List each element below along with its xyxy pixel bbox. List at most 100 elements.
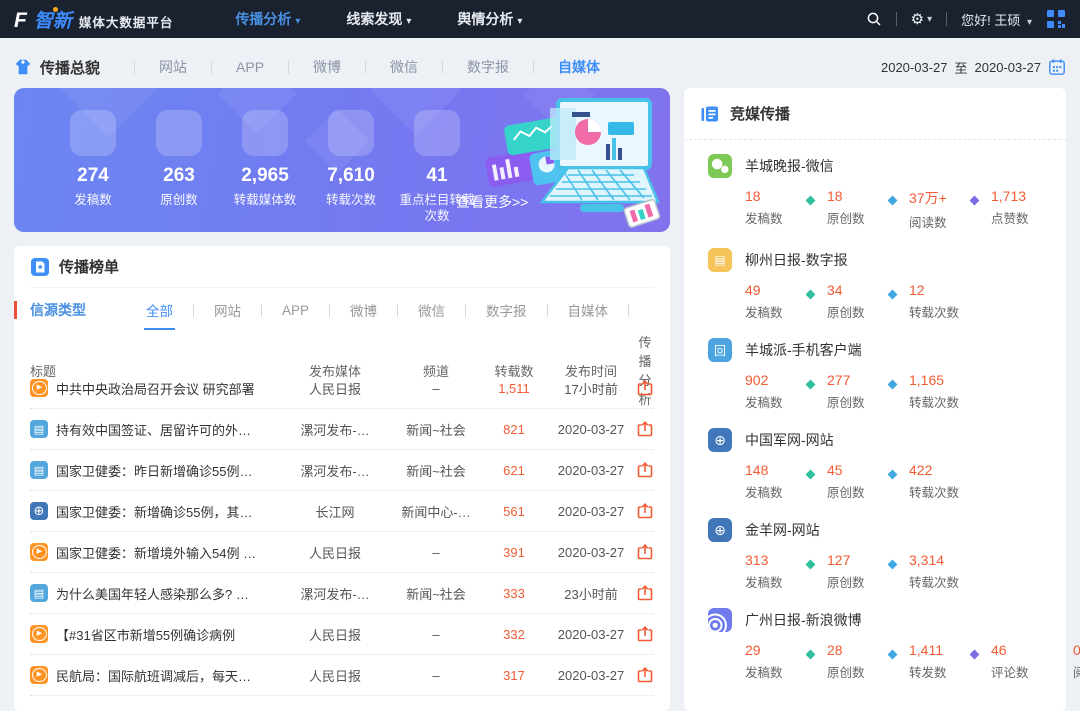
date-range-picker[interactable]: 2020-03-27 至 2020-03-27: [881, 58, 1066, 77]
repost-count: 332: [482, 627, 546, 642]
source-type-icon: [30, 502, 48, 520]
article-title-link[interactable]: 为什么美国年轻人感染那么多? …: [56, 584, 249, 603]
media-link[interactable]: 羊城晚报-微信: [708, 154, 1066, 178]
media-link[interactable]: 柳州日报-数字报: [708, 248, 1066, 272]
spread-analysis-icon[interactable]: [636, 666, 654, 684]
publish-media: 漯河发布-…: [280, 461, 390, 480]
article-title-link[interactable]: 中共中央政治局召开会议 研究部署: [56, 379, 255, 398]
article-title-link[interactable]: 国家卫健委：昨日新增确诊55例…: [56, 461, 252, 480]
spread-analysis-icon[interactable]: [636, 543, 654, 561]
compete-icon: [700, 104, 720, 124]
spread-analysis-icon[interactable]: [636, 379, 654, 397]
stat-label: 发稿数: [745, 208, 797, 227]
article-title-link[interactable]: 【#31省区市新增55例确诊病例: [56, 625, 235, 644]
publish-time: 23小时前: [546, 584, 636, 603]
publish-media: 长江网: [280, 502, 390, 521]
date-to-label: 至: [954, 58, 967, 77]
compete-entry: 羊城晚报-微信 18 发稿数 18: [708, 154, 1066, 231]
subnav-tab[interactable]: 网站: [135, 57, 211, 77]
source-tab[interactable]: 网站: [194, 288, 261, 332]
section-subnav: 传播总貌 网站 APP 微博 微信: [14, 48, 1066, 86]
repost-count: 561: [482, 504, 546, 519]
menu-item[interactable]: 线索发现▾: [346, 9, 411, 29]
media-link[interactable]: 中国军网-网站: [708, 428, 1066, 452]
article-title-link[interactable]: 国家卫健委：新增境外输入54例 …: [56, 543, 256, 562]
menu-item[interactable]: 舆情分析▾: [457, 9, 522, 29]
source-type-icon: [30, 666, 48, 684]
source-tab[interactable]: 微博: [330, 288, 397, 332]
source-tab[interactable]: 数字报: [466, 288, 547, 332]
article-title-link[interactable]: 国家卫健委：新增确诊55例，其…: [56, 502, 252, 521]
media-type-icon: [708, 428, 732, 452]
article-title-link[interactable]: 持有效中国签证、居留许可的外…: [56, 420, 251, 439]
stat-value: 18: [827, 188, 879, 204]
source-type-tabs-row: 信源类型 全部 网站 APP 微博: [30, 288, 654, 332]
user-greeting[interactable]: 您好! 王硕 ▾: [961, 10, 1032, 29]
settings-gear-icon[interactable]: ⚙▾: [911, 10, 932, 28]
table-body: 中共中央政治局召开会议 研究部署 人民日报 – 1,511 17小时前 持有效中…: [30, 368, 654, 696]
stat-value: 1,713: [991, 188, 1043, 204]
publish-time: 17小时前: [546, 379, 636, 398]
stat-item: 18 发稿数: [745, 188, 797, 231]
stat-label: 转载次数: [909, 482, 961, 501]
spread-analysis-icon[interactable]: [636, 625, 654, 643]
spread-analysis-icon[interactable]: [636, 584, 654, 602]
media-link[interactable]: 广州日报-新浪微博: [708, 608, 1066, 632]
filter-label: 信源类型: [30, 300, 86, 320]
stat-label: 原创数: [827, 208, 879, 227]
table-row: 【#31省区市新增55例确诊病例 人民日报 – 332 2020-03-27: [30, 614, 654, 655]
spread-analysis-icon[interactable]: [636, 420, 654, 438]
qr-code-icon[interactable]: [1046, 9, 1066, 29]
repost-count: 333: [482, 586, 546, 601]
media-name: 金羊网-网站: [745, 520, 820, 540]
media-stats: 49 发稿数 34 原创数: [745, 282, 1066, 321]
stat-label: 原创数: [827, 482, 879, 501]
banner-stat-icon: [156, 110, 202, 156]
stat-label: 评论数: [991, 662, 1043, 681]
media-link[interactable]: 金羊网-网站: [708, 518, 1066, 542]
stat-value: 148: [745, 462, 797, 478]
source-tab[interactable]: 全部: [126, 288, 193, 332]
source-tab[interactable]: APP: [262, 291, 329, 330]
media-type-icon: [708, 154, 732, 178]
stats-banner: 274 发稿数 263 原创数 2,965 转载媒体数 7,610 转载次数: [14, 88, 670, 232]
stat-label: 发稿数: [745, 572, 797, 591]
stat-label: 原创数: [827, 662, 879, 681]
article-title-link[interactable]: 民航局：国际航班调减后，每天…: [56, 666, 251, 685]
stat-label: 发稿数: [745, 302, 797, 321]
subnav-tab[interactable]: 数字报: [443, 57, 533, 77]
table-header: 标题 发布媒体 频道 转载数 发布时间 传播分析: [30, 332, 654, 368]
source-tab[interactable]: 微信: [398, 288, 465, 332]
subnav-tab[interactable]: 微信: [366, 57, 442, 77]
divider: [628, 304, 629, 317]
source-tab[interactable]: 自媒体: [548, 288, 629, 332]
subnav-tab[interactable]: 微博: [289, 57, 365, 77]
table-row: 国家卫健委：昨日新增确诊55例… 漯河发布-… 新闻~社会 621 2020-0…: [30, 450, 654, 491]
app-logo[interactable]: F 智新 媒体大数据平台: [14, 6, 173, 33]
publish-time: 2020-03-27: [546, 668, 636, 683]
search-icon[interactable]: [866, 11, 882, 27]
stat-value: 274: [77, 165, 109, 187]
stat-label: 发稿数: [745, 662, 797, 681]
stat-label: 转载次数: [909, 302, 961, 321]
stat-value: 1,411: [909, 642, 961, 658]
spread-analysis-icon[interactable]: [636, 461, 654, 479]
media-link[interactable]: 羊城派-手机客户端: [708, 338, 1066, 362]
stat-value: 41: [426, 165, 447, 187]
table-row: 国家卫健委：新增确诊55例，其… 长江网 新闻中心-… 561 2020-03-…: [30, 491, 654, 532]
stat-value: 45: [827, 462, 879, 478]
subnav-item-overview[interactable]: 传播总貌: [14, 57, 100, 78]
stat-item: 28 原创数: [797, 642, 879, 681]
stat-item: 1,411 转发数: [879, 642, 961, 681]
stat-label: 原创数: [827, 392, 879, 411]
menu-item[interactable]: 传播分析▾: [235, 9, 300, 29]
publish-time: 2020-03-27: [546, 627, 636, 642]
source-type-icon: [30, 584, 48, 602]
media-stats: 148 发稿数 45 原创数: [745, 462, 1066, 501]
spread-analysis-icon[interactable]: [636, 502, 654, 520]
subnav-tab[interactable]: 自媒体: [534, 57, 624, 77]
banner-stat: 274 发稿数: [50, 110, 136, 225]
repost-count: 821: [482, 422, 546, 437]
media-type-icon: [708, 518, 732, 542]
subnav-tab[interactable]: APP: [212, 59, 288, 75]
